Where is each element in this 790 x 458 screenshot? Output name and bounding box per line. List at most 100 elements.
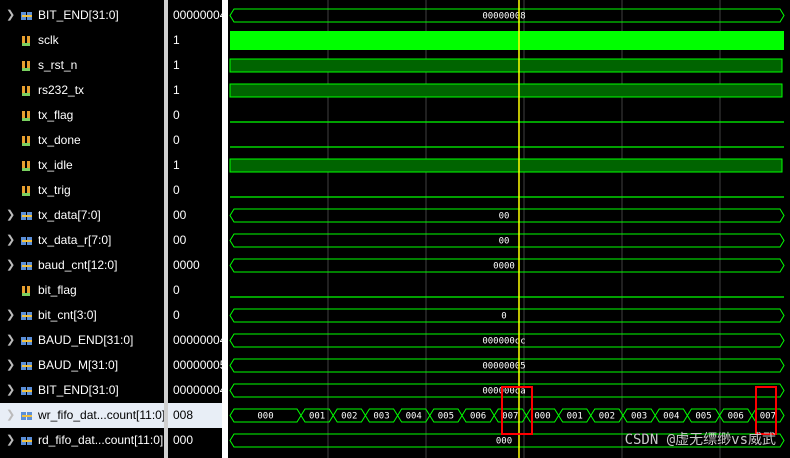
signal-value: 0000 [173, 258, 200, 272]
bus-vector-icon [21, 334, 33, 346]
signal-row[interactable]: ❯ BAUD_END[31:0] [0, 328, 164, 353]
signal-row[interactable]: tx_idle [0, 153, 164, 178]
wave-value-label: 005 [438, 412, 454, 422]
signal-value: 00 [173, 208, 187, 222]
watermark-text: CSDN @虚无缥缈vs威武 [625, 432, 776, 448]
signal-value: 0 [173, 283, 180, 297]
logic-bit-icon [21, 84, 33, 96]
signal-value: 1 [173, 33, 180, 47]
signal-value-row[interactable]: 00 [168, 228, 222, 253]
signal-value-row[interactable]: 1 [168, 28, 222, 53]
signal-value: 1 [173, 158, 180, 172]
wave-value-label: 000 [534, 412, 550, 422]
wave-value-label: 004 [663, 412, 679, 422]
chevron-right-icon[interactable]: ❯ [6, 8, 15, 21]
chevron-right-icon[interactable]: ❯ [6, 233, 15, 246]
signal-value: 00 [173, 233, 187, 247]
signal-value-row[interactable]: 1 [168, 53, 222, 78]
signal-value: 00000004 [173, 8, 222, 22]
signal-value-row[interactable]: 0 [168, 303, 222, 328]
signal-name: tx_trig [38, 183, 71, 197]
high-level [229, 58, 783, 73]
bus-vector-icon [21, 9, 33, 21]
signal-name: sclk [38, 33, 59, 47]
signal-name: BAUD_END[31:0] [38, 333, 134, 347]
signal-value-row[interactable]: 00000004 [168, 378, 222, 403]
bus-vector-icon [21, 234, 33, 246]
signal-value-row[interactable]: 0 [168, 103, 222, 128]
wave-value-label: 0 [501, 312, 506, 322]
signal-value: 00000004 [173, 383, 222, 397]
signal-value: 0 [173, 133, 180, 147]
wave-value-label: 003 [631, 412, 647, 422]
wave-value-label: 007 [502, 412, 518, 422]
signal-value-row[interactable]: 008 [168, 403, 222, 428]
bus-vector-icon [21, 384, 33, 396]
signal-name: tx_flag [38, 108, 74, 122]
signal-value: 00000004 [173, 333, 222, 347]
signal-row[interactable]: sclk [0, 28, 164, 53]
chevron-right-icon[interactable]: ❯ [6, 333, 15, 346]
signal-value-row[interactable]: 00000004 [168, 328, 222, 353]
signal-value: 0 [173, 108, 180, 122]
chevron-right-icon[interactable]: ❯ [6, 433, 15, 446]
signal-row[interactable]: ❯ wr_fifo_dat...count[11:0] [0, 403, 164, 428]
chevron-right-icon[interactable]: ❯ [6, 208, 15, 221]
wave-value-label: 00 [499, 237, 510, 247]
logic-bit-icon [21, 59, 33, 71]
signal-name: wr_fifo_dat...count[11:0] [38, 408, 164, 422]
signal-name: BIT_END[31:0] [38, 8, 119, 22]
signal-row[interactable]: s_rst_n [0, 53, 164, 78]
signal-row[interactable]: ❯ BIT_END[31:0] [0, 3, 164, 28]
wave-value-label: 006 [728, 412, 744, 422]
chevron-right-icon[interactable]: ❯ [6, 408, 15, 421]
wave-value-label: 001 [309, 412, 325, 422]
chevron-right-icon[interactable]: ❯ [6, 383, 15, 396]
signal-row[interactable]: bit_flag [0, 278, 164, 303]
signal-row[interactable]: ❯ tx_data[7:0] [0, 203, 164, 228]
highlight-box [755, 386, 777, 435]
signal-row[interactable]: tx_done [0, 128, 164, 153]
logic-bit-icon [21, 109, 33, 121]
signal-row[interactable]: ❯ rd_fifo_dat...count[11:0] [0, 428, 164, 453]
signal-row[interactable]: tx_trig [0, 178, 164, 203]
signal-value: 1 [173, 58, 180, 72]
signal-value: 1 [173, 83, 180, 97]
wave-value-label: 000 [496, 437, 512, 447]
signal-name: tx_data_r[7:0] [38, 233, 112, 247]
logic-bit-icon [21, 34, 33, 46]
signal-value: 000 [173, 433, 194, 447]
chevron-right-icon[interactable]: ❯ [6, 358, 15, 371]
signal-row[interactable]: rs232_tx [0, 78, 164, 103]
signal-value: 0 [173, 308, 180, 322]
signal-name: bit_cnt[3:0] [38, 308, 97, 322]
bus-vector-icon [21, 259, 33, 271]
chevron-right-icon[interactable]: ❯ [6, 258, 15, 271]
bus-vector-icon [21, 359, 33, 371]
signal-value-row[interactable]: 0000 [168, 253, 222, 278]
waveform-canvas[interactable]: 00000008000000000000000oc00000005000000o… [228, 0, 790, 458]
signal-row[interactable]: ❯ tx_data_r[7:0] [0, 228, 164, 253]
signal-value-row[interactable]: 0 [168, 178, 222, 203]
signal-value: 00000005 [173, 358, 222, 372]
signal-row[interactable]: ❯ bit_cnt[3:0] [0, 303, 164, 328]
signal-row[interactable]: ❯ BAUD_M[31:0] [0, 353, 164, 378]
signal-value-row[interactable]: 0 [168, 278, 222, 303]
signal-value-row[interactable]: 00000004 [168, 3, 222, 28]
signal-name: baud_cnt[12:0] [38, 258, 118, 272]
signal-row[interactable]: ❯ BIT_END[31:0] [0, 378, 164, 403]
bus-vector-icon [21, 209, 33, 221]
signal-value-row[interactable]: 00 [168, 203, 222, 228]
signal-value-row[interactable]: 1 [168, 78, 222, 103]
signal-value-row[interactable]: 00000005 [168, 353, 222, 378]
signal-value-row[interactable]: 0 [168, 128, 222, 153]
signal-value-row[interactable]: 1 [168, 153, 222, 178]
signal-row[interactable]: ❯ baud_cnt[12:0] [0, 253, 164, 278]
wave-value-label: 004 [406, 412, 422, 422]
signal-name-panel: ❯ BIT_END[31:0]sclk s_rst_n rs232_tx tx_flag… [0, 0, 164, 458]
chevron-right-icon[interactable]: ❯ [6, 308, 15, 321]
signal-row[interactable]: tx_flag [0, 103, 164, 128]
high-level [229, 158, 783, 173]
signal-value-row[interactable]: 000 [168, 428, 222, 453]
logic-bit-icon [21, 159, 33, 171]
